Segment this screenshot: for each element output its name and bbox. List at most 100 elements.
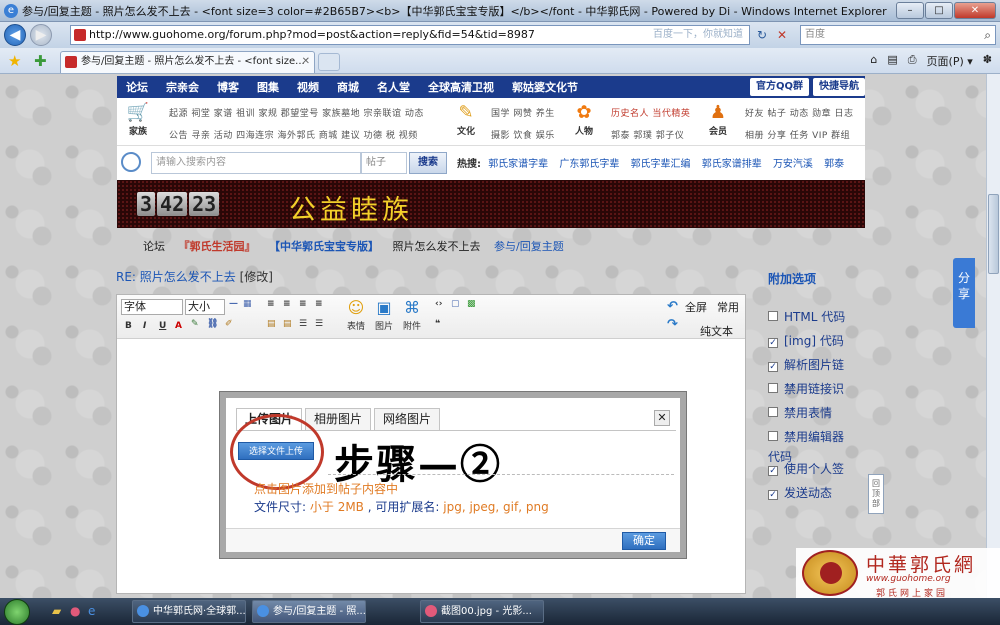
source-icon[interactable]: ▢: [451, 299, 460, 309]
quick-nav-button[interactable]: 快捷导航: [813, 78, 865, 96]
nav-item-blog[interactable]: 博客: [208, 79, 248, 95]
attachment-button[interactable]: ⌘ 附件: [399, 297, 425, 332]
folder-icon[interactable]: ▰: [52, 604, 61, 618]
plaintext-toggle[interactable]: 纯文本: [700, 323, 733, 339]
hot-link[interactable]: 郭泰: [824, 159, 844, 170]
float-right-icon[interactable]: ▤: [283, 319, 292, 329]
nav-item-mall[interactable]: 商城: [328, 79, 368, 95]
bullet-list-icon[interactable]: ☰: [315, 319, 323, 329]
bold-button[interactable]: B: [125, 321, 132, 331]
people-links-row2[interactable]: 郭泰 郭璞 郭子仪: [611, 128, 684, 141]
family-category[interactable]: 🛒 家族: [123, 102, 153, 137]
checkbox[interactable]: [768, 431, 778, 441]
undo-icon[interactable]: ↶: [667, 299, 678, 314]
culture-category[interactable]: ✎ 文化: [451, 102, 481, 137]
maximize-button[interactable]: □: [925, 2, 953, 19]
browser-search-input[interactable]: 百度 ⌕: [800, 25, 996, 45]
start-button[interactable]: [4, 599, 30, 625]
nav-item-festival[interactable]: 郭姑婆文化节: [503, 79, 587, 95]
normal-mode-button[interactable]: 常用: [717, 299, 739, 315]
checkbox[interactable]: [768, 311, 778, 321]
feed-icon[interactable]: ▤: [887, 53, 897, 69]
link-icon[interactable]: ✎: [191, 319, 199, 329]
forward-button[interactable]: ▶: [30, 24, 52, 46]
hot-link[interactable]: 万安汽溪: [773, 159, 813, 170]
back-button[interactable]: ◀: [4, 24, 26, 46]
add-favorite-icon[interactable]: ✚: [34, 52, 47, 70]
breadcrumb-thread[interactable]: 照片怎么发不上去: [393, 240, 481, 253]
family-links-row1[interactable]: 起源 祠堂 家谱 祖训 家规 郡望堂号 家族墓地 宗亲联谊 动态: [169, 106, 424, 119]
redo-icon[interactable]: ↷: [667, 317, 678, 332]
align-right-icon[interactable]: ≡: [299, 299, 307, 309]
dialog-close-icon[interactable]: ✕: [654, 410, 670, 426]
image-button[interactable]: ▣ 图片: [371, 297, 397, 332]
hot-link[interactable]: 广东郭氏字辈: [559, 159, 619, 170]
nav-item-tv[interactable]: 全球高清卫视: [419, 79, 503, 95]
breadcrumb-board[interactable]: 【中华郭氏宝宝专版】: [269, 240, 379, 253]
checkbox-checked[interactable]: ✓: [768, 466, 778, 476]
text-color-button[interactable]: A: [175, 321, 182, 331]
site-search-button[interactable]: 搜索: [409, 152, 447, 174]
quote-icon[interactable]: ❝: [435, 319, 440, 329]
site-search-input[interactable]: 请输入搜索内容: [151, 152, 361, 174]
culture-links-row2[interactable]: 摄影 饮食 娱乐: [491, 128, 555, 141]
people-links-row1[interactable]: 历史名人 当代精英: [611, 106, 690, 119]
print-icon[interactable]: ⎙: [908, 53, 917, 69]
italic-button[interactable]: I: [143, 321, 146, 331]
eraser-icon[interactable]: ✐: [225, 319, 233, 329]
taskbar-item-active[interactable]: 参与/回复主题 - 照...: [252, 600, 366, 623]
media-icon[interactable]: ▩: [467, 299, 476, 309]
option-disable-link-detect[interactable]: 禁用链接识: [768, 380, 844, 397]
option-html[interactable]: HTML 代码: [768, 308, 845, 325]
ordered-list-icon[interactable]: ☰: [299, 319, 307, 329]
share-button[interactable]: 分享: [953, 258, 975, 328]
code-icon[interactable]: ‹›: [435, 299, 442, 309]
scrollbar-thumb[interactable]: [988, 194, 999, 274]
option-use-signature[interactable]: ✓ 使用个人签: [768, 460, 844, 477]
search-type-select[interactable]: 帖子: [361, 152, 407, 174]
hot-link[interactable]: 郭氏家谱字辈: [488, 159, 548, 170]
checkbox[interactable]: [768, 383, 778, 393]
member-category[interactable]: ♟ 会员: [703, 102, 733, 137]
people-category[interactable]: ✿ 人物: [569, 102, 599, 137]
tab-web-image[interactable]: 网络图片: [374, 408, 441, 430]
refresh-icon[interactable]: ↻: [752, 26, 772, 44]
align-center-icon[interactable]: ≡: [283, 299, 291, 309]
align-left-icon[interactable]: ≡: [267, 299, 275, 309]
address-input[interactable]: http://www.guohome.org/forum.php?mod=pos…: [70, 25, 750, 45]
culture-links-row1[interactable]: 国学 网赞 养生: [491, 106, 555, 119]
qq-group-button[interactable]: 官方QQ群: [749, 78, 809, 96]
close-button[interactable]: ✕: [954, 2, 996, 19]
back-to-top-button[interactable]: 回顶部: [868, 474, 884, 514]
home-icon[interactable]: ⌂: [870, 53, 877, 69]
tab-current[interactable]: 参与/回复主题 - 照片怎么发不上去 - <font size... ✕: [60, 51, 315, 73]
option-disable-editor-code[interactable]: 禁用编辑器: [768, 428, 844, 445]
checkbox-checked[interactable]: ✓: [768, 490, 778, 500]
table-icon[interactable]: ▦: [243, 299, 252, 309]
hr-icon[interactable]: —: [229, 299, 238, 309]
option-send-feed[interactable]: ✓ 发送动态: [768, 484, 832, 501]
hot-link[interactable]: 郭氏家谱排辈: [702, 159, 762, 170]
nav-item-forum[interactable]: 论坛: [117, 79, 157, 95]
breadcrumb-forum[interactable]: 『郭氏生活园』: [179, 240, 256, 253]
family-links-row2[interactable]: 公告 寻亲 活动 四海连宗 海外郭氏 商城 建议 功德 税 视频: [169, 128, 418, 141]
tab-album-image[interactable]: 相册图片: [305, 408, 372, 430]
nav-item-clan[interactable]: 宗亲会: [157, 79, 208, 95]
checkbox[interactable]: [768, 407, 778, 417]
tab-close-icon[interactable]: ✕: [302, 52, 310, 72]
search-icon[interactable]: ⌕: [984, 26, 991, 44]
nav-item-fame[interactable]: 名人堂: [368, 79, 419, 95]
float-left-icon[interactable]: ▤: [267, 319, 276, 329]
favorites-star-icon[interactable]: ★: [8, 52, 21, 70]
font-size-select[interactable]: 大小: [185, 299, 225, 315]
minimize-button[interactable]: –: [896, 2, 924, 19]
option-disable-emoticons[interactable]: 禁用表情: [768, 404, 832, 421]
font-family-select[interactable]: 字体: [121, 299, 183, 315]
new-tab-button[interactable]: [318, 53, 340, 71]
align-justify-icon[interactable]: ≡: [315, 299, 323, 309]
vertical-scrollbar[interactable]: [986, 74, 1000, 598]
checkbox-checked[interactable]: ✓: [768, 362, 778, 372]
edit-subject-link[interactable]: [修改]: [240, 270, 273, 284]
option-img-code[interactable]: ✓ [img] 代码: [768, 332, 844, 349]
checkbox-checked[interactable]: ✓: [768, 338, 778, 348]
